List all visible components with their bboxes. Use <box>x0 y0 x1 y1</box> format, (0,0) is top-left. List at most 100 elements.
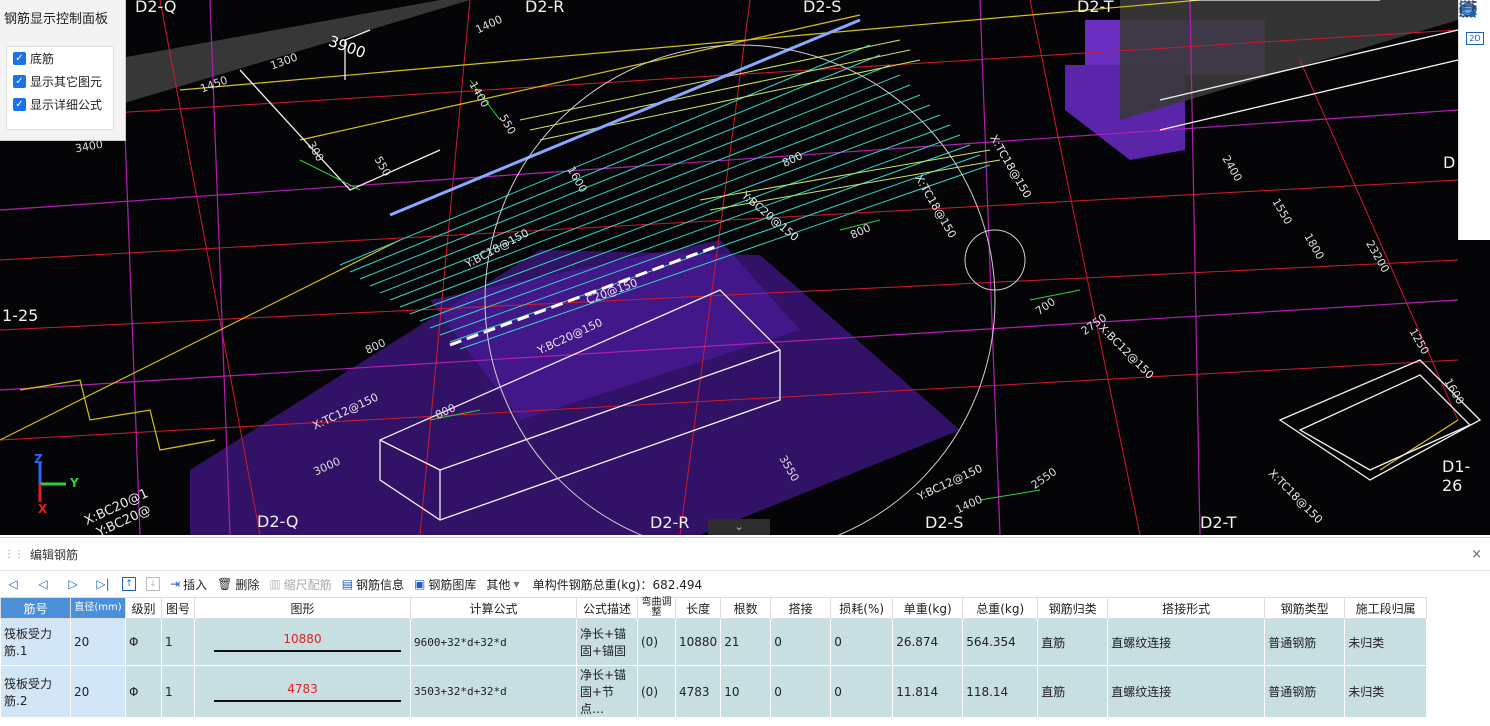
move-up-icon[interactable]: ↑ <box>122 577 136 591</box>
col-shape[interactable]: 图形 <box>194 597 411 619</box>
col-lap[interactable]: 搭接 <box>770 597 832 619</box>
checkbox-checked-icon[interactable]: ✓ <box>13 52 26 65</box>
rebar-library-button[interactable]: ▣ 钢筋图库 <box>414 576 476 593</box>
cell-description[interactable]: 净长+锚固+锚固 <box>576 618 638 666</box>
first-record-icon[interactable]: ◁ <box>2 577 24 591</box>
cube-view-icon[interactable] <box>1461 2 1485 72</box>
cell-rebar-type[interactable]: 普通钢筋 <box>1264 618 1346 666</box>
col-bar-no[interactable]: 筋号 <box>0 597 71 619</box>
cell-grade[interactable]: Φ <box>125 618 162 666</box>
option-show-other-elements[interactable]: ✓ 显示其它图元 <box>7 70 113 93</box>
cell-total-weight[interactable]: 564.354 <box>962 618 1039 666</box>
list-view-icon[interactable] <box>1460 1 1485 168</box>
cell-lap[interactable]: 0 <box>770 618 832 666</box>
axis-gizmo <box>38 462 66 502</box>
cell-lap-type[interactable]: 直螺纹连接 <box>1107 665 1266 718</box>
rebar-table: 筋号 直径(mm) 级别 图号 图形 计算公式 公式描述 弯曲调整 长度 根数 … <box>0 597 1428 718</box>
insert-button[interactable]: ⇥ 插入 <box>170 576 207 593</box>
option-label: 显示详细公式 <box>30 98 103 112</box>
option-bottom-rebar[interactable]: ✓ 底筋 <box>7 47 113 70</box>
col-length[interactable]: 长度 <box>674 597 722 619</box>
col-rebar-type[interactable]: 钢筋类型 <box>1264 597 1346 619</box>
collapse-panel-tab[interactable]: ⌄ <box>708 519 770 535</box>
move-down-icon[interactable]: ↓ <box>146 577 160 591</box>
cell-lap-type[interactable]: 直螺纹连接 <box>1107 618 1266 666</box>
cell-count[interactable]: 21 <box>720 618 772 666</box>
cell-grade[interactable]: Φ <box>125 665 162 718</box>
axis-label-d2q-top: D2-Q <box>135 0 177 16</box>
col-formula[interactable]: 计算公式 <box>410 597 577 619</box>
cell-fig-no[interactable]: 1 <box>161 618 195 666</box>
cell-rebar-type[interactable]: 普通钢筋 <box>1264 665 1346 718</box>
cell-fig-no[interactable]: 1 <box>161 665 195 718</box>
cell-diameter[interactable]: 20 <box>70 665 126 718</box>
cell-length[interactable]: 10880 <box>674 618 722 666</box>
trash-icon: 🗑 <box>217 577 233 591</box>
panel-title: 钢筋显示控制面板 <box>4 12 109 27</box>
cell-loss[interactable]: 0 <box>830 618 894 666</box>
col-fig-no[interactable]: 图号 <box>161 597 195 619</box>
cell-segment[interactable]: 未归类 <box>1344 665 1428 718</box>
col-lap-type[interactable]: 搭接形式 <box>1107 597 1266 619</box>
axis-label-d1-26: D1-26 <box>1442 457 1471 495</box>
col-diameter[interactable]: 直径(mm) <box>70 597 126 619</box>
edit-rebar-panel: ⋮⋮ 编辑钢筋 × ◁ ◁ ▷ ▷| ↑ ↓ ⇥ 插入 🗑 删除 ▥ 缩尺配筋 ▤ 钢筋… <box>0 537 1490 726</box>
cell-formula[interactable]: 9600+32*d+32*d <box>410 618 577 666</box>
col-unit-weight[interactable]: 单重(kg) <box>892 597 964 619</box>
cell-shape[interactable]: 10880 <box>194 618 411 666</box>
col-category[interactable]: 钢筋归类 <box>1037 597 1109 619</box>
cell-lap[interactable]: 0 <box>770 665 832 718</box>
cell-bend[interactable]: (0) <box>637 618 676 666</box>
table-row[interactable]: 筏板受力筋.1 20 Φ 1 10880 9600+32*d+32*d 净长+锚… <box>0 618 1428 666</box>
last-record-icon[interactable]: ▷| <box>92 577 114 591</box>
cell-total-weight[interactable]: 118.14 <box>962 665 1039 718</box>
cell-unit-weight[interactable]: 26.874 <box>892 618 964 666</box>
col-grade[interactable]: 级别 <box>125 597 162 619</box>
cell-unit-weight[interactable]: 11.814 <box>892 665 964 718</box>
library-icon: ▣ <box>414 577 426 591</box>
axis-label-1-25: 1-25 <box>2 306 39 325</box>
option-show-detailed-formula[interactable]: ✓ 显示详细公式 <box>7 93 113 116</box>
col-total-weight[interactable]: 总重(kg) <box>962 597 1039 619</box>
info-label: 钢筋信息 <box>356 577 405 592</box>
other-menu-button[interactable]: 其他 ▼ <box>486 576 522 593</box>
cell-bar-no[interactable]: 筏板受力筋.2 <box>0 665 71 718</box>
checkbox-checked-icon[interactable]: ✓ <box>13 98 26 111</box>
prev-record-icon[interactable]: ◁ <box>32 577 54 591</box>
col-bend[interactable]: 弯曲调整 <box>637 597 676 619</box>
cell-bar-no[interactable]: 筏板受力筋.1 <box>0 618 71 666</box>
drag-handle-icon[interactable]: ⋮⋮ <box>4 549 24 560</box>
cube-solid-icon[interactable] <box>1461 2 1485 96</box>
panel-options: ✓ 底筋 ✓ 显示其它图元 ✓ 显示详细公式 <box>6 46 114 130</box>
table-header: 筋号 直径(mm) 级别 图号 图形 计算公式 公式描述 弯曲调整 长度 根数 … <box>0 597 1428 619</box>
cell-segment[interactable]: 未归类 <box>1344 618 1428 666</box>
cell-category[interactable]: 直筋 <box>1037 665 1109 718</box>
col-description[interactable]: 公式描述 <box>576 597 638 619</box>
rebar-info-button[interactable]: ▤ 钢筋信息 <box>342 576 404 593</box>
editor-toolbar: ◁ ◁ ▷ ▷| ↑ ↓ ⇥ 插入 🗑 删除 ▥ 缩尺配筋 ▤ 钢筋信息 ▣ 钢筋图库 其… <box>0 571 1490 597</box>
cell-length[interactable]: 4783 <box>674 665 722 718</box>
col-segment[interactable]: 施工段归属 <box>1344 597 1428 619</box>
cell-category[interactable]: 直筋 <box>1037 618 1109 666</box>
cell-bend[interactable]: (0) <box>637 665 676 718</box>
cell-diameter[interactable]: 20 <box>70 618 126 666</box>
cell-count[interactable]: 10 <box>720 665 772 718</box>
cell-formula[interactable]: 3503+32*d+32*d <box>410 665 577 718</box>
checkbox-checked-icon[interactable]: ✓ <box>13 75 26 88</box>
close-icon[interactable]: × <box>1471 547 1482 562</box>
2d-label: 2D <box>1466 31 1484 45</box>
col-count[interactable]: 根数 <box>720 597 772 619</box>
cell-loss[interactable]: 0 <box>830 665 894 718</box>
cell-shape[interactable]: 4783 <box>194 665 411 718</box>
ruler-icon: ▥ <box>269 577 281 591</box>
3d-viewport[interactable]: D2-Q D2-R D2-S D2-T D2-Q D2-R D2-S D2-T … <box>0 0 1490 535</box>
2d-view-icon[interactable]: 2D <box>1465 28 1485 48</box>
col-loss[interactable]: 损耗(%) <box>830 597 894 619</box>
iso-cube-icon[interactable] <box>1459 0 1485 144</box>
next-record-icon[interactable]: ▷ <box>62 577 84 591</box>
select-box-icon[interactable] <box>1460 1 1485 120</box>
scale-rebar-button[interactable]: ▥ 缩尺配筋 <box>269 576 331 593</box>
table-row[interactable]: 筏板受力筋.2 20 Φ 1 4783 3503+32*d+32*d 净长+锚固… <box>0 665 1428 718</box>
cell-description[interactable]: 净长+锚固+节点… <box>576 665 638 718</box>
delete-button[interactable]: 🗑 删除 <box>217 576 259 593</box>
